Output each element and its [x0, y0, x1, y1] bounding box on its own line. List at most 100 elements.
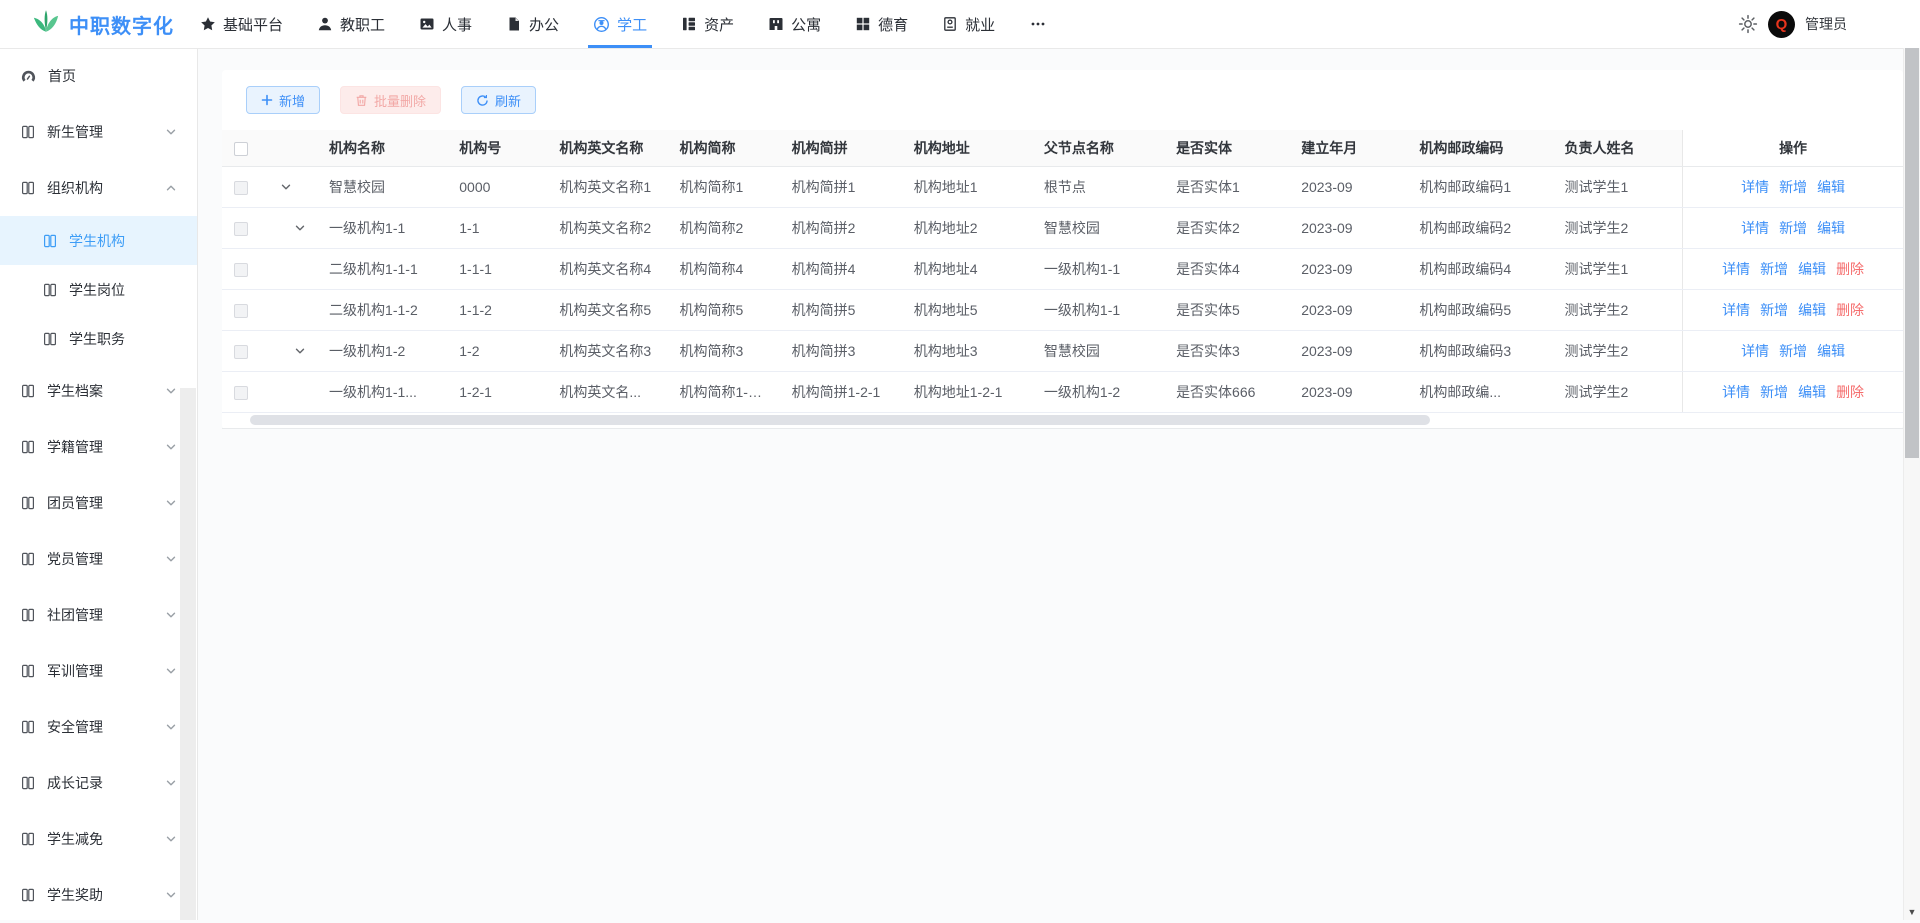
row-action-detail[interactable]: 详情 [1741, 220, 1769, 236]
table-horizontal-scrollbar-thumb[interactable] [250, 415, 1430, 425]
admin-label[interactable]: 管理员 [1805, 14, 1847, 34]
nav-item[interactable]: 资产 [681, 0, 734, 48]
hr-photo-icon [419, 16, 435, 32]
settings-gear-icon[interactable] [1738, 14, 1758, 34]
row-action-detail[interactable]: 详情 [1722, 384, 1750, 400]
nav-item[interactable]: 人事 [419, 0, 472, 48]
cell-zip: 机构邮政编... [1407, 372, 1552, 413]
chevron-up-icon [165, 182, 177, 194]
column-header: 机构简拼 [780, 130, 902, 167]
page-scrollbar-thumb[interactable] [1905, 48, 1919, 458]
sidebar-item[interactable]: 学生奖助 [0, 867, 197, 923]
row-action-detail[interactable]: 详情 [1741, 343, 1769, 359]
row-checkbox[interactable] [234, 263, 248, 277]
cell-address: 机构地址4 [902, 249, 1032, 290]
row-action-delete[interactable]: 删除 [1836, 384, 1864, 400]
nav-item[interactable]: 办公 [506, 0, 559, 48]
row-action-edit[interactable]: 编辑 [1817, 220, 1845, 236]
nav-item[interactable]: 基础平台 [200, 0, 283, 48]
nav-item[interactable]: 公寓 [768, 0, 821, 48]
cell-pinyin: 机构简拼5 [780, 290, 902, 331]
row-action-edit[interactable]: 编辑 [1798, 302, 1826, 318]
cell-entity: 是否实体1 [1164, 167, 1289, 208]
row-action-edit[interactable]: 编辑 [1798, 384, 1826, 400]
sidebar-item[interactable]: 新生管理 [0, 104, 197, 160]
page-scrollbar-down-arrow[interactable]: ▼ [1904, 907, 1920, 917]
menu-book-icon [20, 719, 36, 735]
cell-code: 1-2-1 [447, 372, 547, 413]
batch-delete-button[interactable]: 批量删除 [340, 86, 441, 114]
cell-zip: 机构邮政编码1 [1407, 167, 1552, 208]
expand-row-arrow-icon[interactable] [294, 222, 306, 234]
nav-more-button[interactable] [1029, 0, 1047, 48]
cell-code: 1-1-2 [447, 290, 547, 331]
sidebar-scrollbar[interactable] [180, 388, 196, 920]
menu-book-icon [20, 831, 36, 847]
nav-item[interactable]: 就业 [942, 0, 995, 48]
nav-item-label: 教职工 [340, 14, 385, 35]
student-icon [593, 16, 610, 33]
brand[interactable]: 中职数字化 [0, 9, 184, 39]
row-action-edit[interactable]: 编辑 [1798, 261, 1826, 277]
row-checkbox[interactable] [234, 181, 248, 195]
star-icon [200, 16, 216, 32]
sidebar-item[interactable]: 社团管理 [0, 587, 197, 643]
refresh-button-label: 刷新 [495, 91, 521, 110]
sidebar-item[interactable]: 成长记录 [0, 755, 197, 811]
row-action-add[interactable]: 新增 [1779, 343, 1807, 359]
row-checkbox[interactable] [234, 304, 248, 318]
add-button[interactable]: 新增 [246, 86, 320, 114]
row-action-add[interactable]: 新增 [1779, 179, 1807, 195]
row-checkbox[interactable] [234, 345, 248, 359]
table-row: 一级机构1-21-2机构英文名称3机构简称3机构简拼3机构地址3智慧校园是否实体… [222, 331, 1903, 372]
sidebar-item[interactable]: 党员管理 [0, 531, 197, 587]
sidebar-item[interactable]: 军训管理 [0, 643, 197, 699]
tree-indent [276, 222, 329, 234]
row-action-edit[interactable]: 编辑 [1817, 179, 1845, 195]
nav-item[interactable]: 教职工 [317, 0, 385, 48]
row-checkbox[interactable] [234, 222, 248, 236]
cell-short_name: 机构简称4 [668, 249, 780, 290]
header-checkbox-cell [222, 130, 272, 167]
expand-row-arrow-icon[interactable] [280, 181, 292, 193]
menu-book-icon [20, 180, 36, 196]
row-action-delete[interactable]: 删除 [1836, 261, 1864, 277]
nav-item[interactable]: 德育 [855, 0, 908, 48]
refresh-button[interactable]: 刷新 [461, 86, 536, 114]
org-name: 一级机构1-1 [329, 218, 405, 238]
cell-zip: 机构邮政编码5 [1407, 290, 1552, 331]
cell-zip: 机构邮政编码3 [1407, 331, 1552, 372]
table-row: 二级机构1-1-21-1-2机构英文名称5机构简称5机构简拼5机构地址5一级机构… [222, 290, 1903, 331]
sidebar-item[interactable]: 学生减免 [0, 811, 197, 867]
sidebar-item[interactable]: 安全管理 [0, 699, 197, 755]
row-action-add[interactable]: 新增 [1760, 302, 1788, 318]
chevron-down-icon [165, 889, 177, 901]
sidebar-item[interactable]: 组织机构 [0, 160, 197, 216]
menu-book-icon [20, 124, 36, 140]
row-action-detail[interactable]: 详情 [1741, 179, 1769, 195]
sidebar-subitem[interactable]: 学生职务 [0, 314, 197, 363]
sidebar-item[interactable]: 团员管理 [0, 475, 197, 531]
column-header: 父节点名称 [1032, 130, 1164, 167]
row-action-add[interactable]: 新增 [1760, 384, 1788, 400]
row-action-detail[interactable]: 详情 [1722, 261, 1750, 277]
expand-row-arrow-icon[interactable] [294, 345, 306, 357]
row-action-delete[interactable]: 删除 [1836, 302, 1864, 318]
cell-founded: 2023-09 [1289, 167, 1407, 208]
sidebar-item[interactable]: 首页 [0, 48, 197, 104]
sidebar-subitem[interactable]: 学生岗位 [0, 265, 197, 314]
row-action-add[interactable]: 新增 [1779, 220, 1807, 236]
sidebar-subitem[interactable]: 学生机构 [0, 216, 197, 265]
sidebar-item-label: 组织机构 [47, 178, 103, 198]
sidebar-item[interactable]: 学籍管理 [0, 419, 197, 475]
nav-item[interactable]: 学工 [593, 0, 647, 48]
select-all-checkbox[interactable] [234, 142, 248, 156]
chevron-down-icon [165, 609, 177, 621]
row-action-add[interactable]: 新增 [1760, 261, 1788, 277]
avatar[interactable]: Q [1768, 11, 1795, 38]
row-action-detail[interactable]: 详情 [1722, 302, 1750, 318]
row-checkbox[interactable] [234, 386, 248, 400]
sidebar-item[interactable]: 学生档案 [0, 363, 197, 419]
row-action-edit[interactable]: 编辑 [1817, 343, 1845, 359]
page-scrollbar-track: ▼ [1903, 48, 1920, 920]
